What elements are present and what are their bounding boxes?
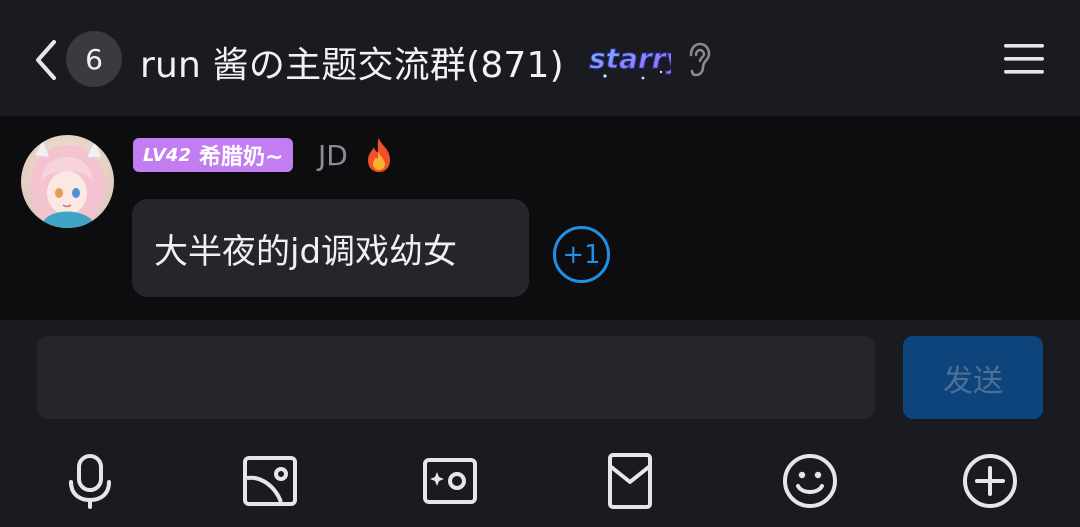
photo-icon[interactable] (421, 452, 479, 510)
message-input[interactable] (37, 336, 875, 419)
sender-avatar[interactable] (21, 135, 114, 228)
hamburger-menu-icon[interactable] (1004, 42, 1044, 76)
plus-one-reaction-button[interactable]: +1 (553, 226, 610, 283)
emoji-icon[interactable] (781, 452, 839, 510)
fire-icon (368, 138, 390, 172)
unread-count-badge[interactable]: 6 (66, 31, 122, 87)
starry-logo: starry (589, 42, 671, 80)
ear-icon[interactable] (686, 42, 712, 78)
user-level-tag: LV42 希腊奶~ (133, 138, 294, 172)
group-nickname: 希腊奶~ (198, 145, 284, 170)
microphone-icon[interactable] (61, 452, 119, 510)
image-icon[interactable] (241, 452, 299, 510)
chat-header: 6 run 酱の主题交流群(871) starry (0, 0, 1080, 116)
red-packet-icon[interactable] (601, 452, 659, 510)
sender-name[interactable]: JD (318, 139, 348, 172)
send-button[interactable]: 发送 (903, 336, 1043, 419)
level-label: LV42 (143, 144, 191, 166)
back-arrow-icon[interactable] (28, 36, 64, 84)
group-title: run 酱の主题交流群(871) (140, 45, 564, 86)
plus-icon[interactable] (961, 452, 1019, 510)
message-bubble[interactable]: 大半夜的jd调戏幼女 (132, 199, 529, 297)
svg-text:starry: starry (589, 42, 671, 75)
